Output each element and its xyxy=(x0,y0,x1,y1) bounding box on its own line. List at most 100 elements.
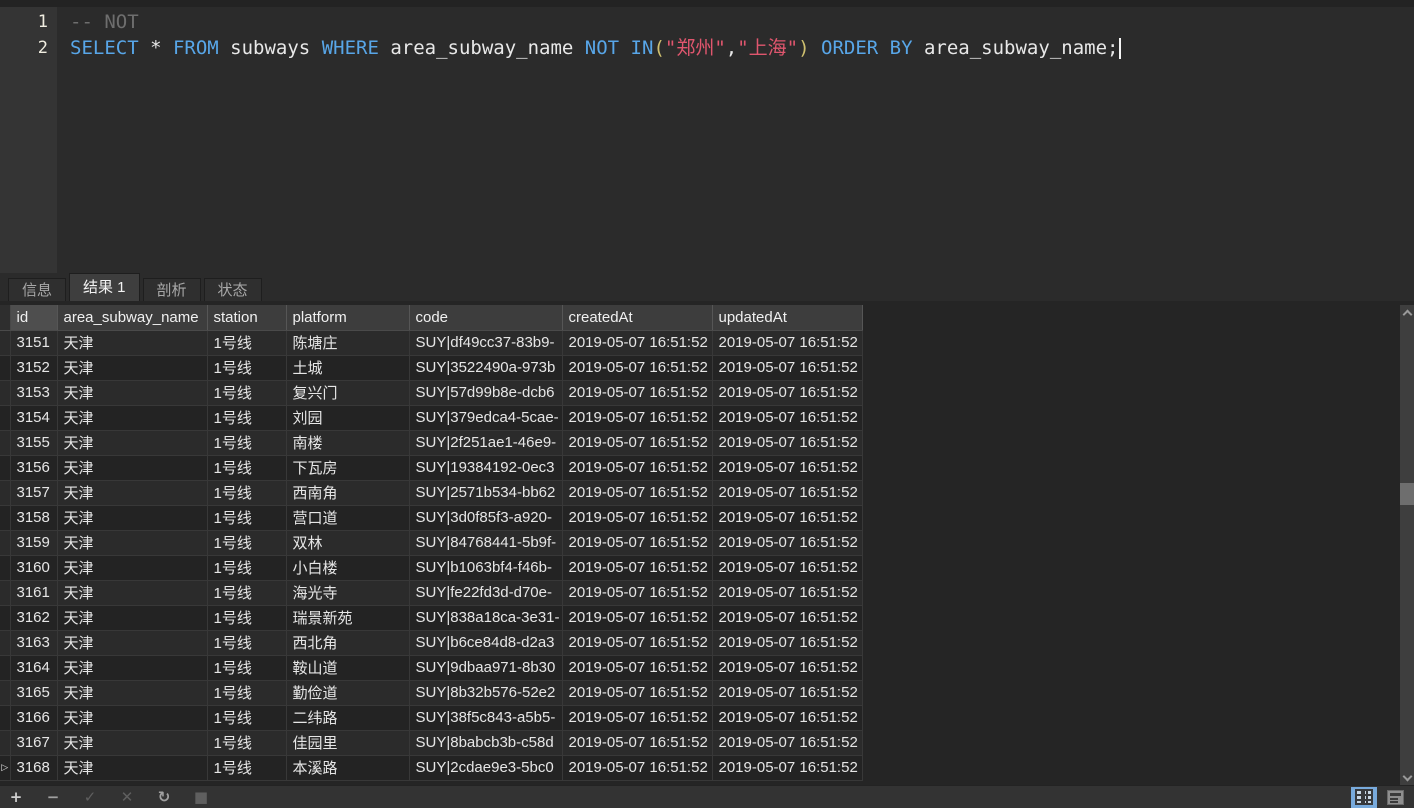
cell-platform[interactable]: 鞍山道 xyxy=(286,655,410,681)
cell-updatedAt[interactable]: 2019-05-07 16:51:52 xyxy=(712,480,863,506)
cell-area_subway_name[interactable]: 天津 xyxy=(57,455,208,481)
cell-createdAt[interactable]: 2019-05-07 16:51:52 xyxy=(562,430,713,456)
cell-station[interactable]: 1号线 xyxy=(207,680,287,706)
cell-station[interactable]: 1号线 xyxy=(207,630,287,656)
column-header-updatedAt[interactable]: updatedAt xyxy=(712,305,863,331)
cell-createdAt[interactable]: 2019-05-07 16:51:52 xyxy=(562,630,713,656)
cell-station[interactable]: 1号线 xyxy=(207,530,287,556)
cell-updatedAt[interactable]: 2019-05-07 16:51:52 xyxy=(712,455,863,481)
cell-platform[interactable]: 二纬路 xyxy=(286,705,410,731)
cell-updatedAt[interactable]: 2019-05-07 16:51:52 xyxy=(712,555,863,581)
cell-id[interactable]: 3165 xyxy=(10,680,58,706)
cell-code[interactable]: SUY|8babcb3b-c58d xyxy=(409,730,563,756)
cell-platform[interactable]: 陈塘庄 xyxy=(286,330,410,356)
cell-station[interactable]: 1号线 xyxy=(207,555,287,581)
cell-code[interactable]: SUY|3522490a-973b xyxy=(409,355,563,381)
cell-createdAt[interactable]: 2019-05-07 16:51:52 xyxy=(562,580,713,606)
cell-updatedAt[interactable]: 2019-05-07 16:51:52 xyxy=(712,580,863,606)
cell-createdAt[interactable]: 2019-05-07 16:51:52 xyxy=(562,705,713,731)
cell-code[interactable]: SUY|57d99b8e-dcb6 xyxy=(409,380,563,406)
cell-area_subway_name[interactable]: 天津 xyxy=(57,480,208,506)
apply-changes-button[interactable]: ✓ xyxy=(80,787,100,807)
stop-button[interactable]: ■ xyxy=(191,787,211,807)
cell-createdAt[interactable]: 2019-05-07 16:51:52 xyxy=(562,680,713,706)
cell-platform[interactable]: 佳园里 xyxy=(286,730,410,756)
cell-platform[interactable]: 营口道 xyxy=(286,505,410,531)
cell-platform[interactable]: 海光寺 xyxy=(286,580,410,606)
cell-area_subway_name[interactable]: 天津 xyxy=(57,355,208,381)
column-header-station[interactable]: station xyxy=(207,305,287,331)
cell-createdAt[interactable]: 2019-05-07 16:51:52 xyxy=(562,380,713,406)
form-view-button[interactable] xyxy=(1382,787,1408,808)
cell-station[interactable]: 1号线 xyxy=(207,730,287,756)
cell-code[interactable]: SUY|df49cc37-83b9- xyxy=(409,330,563,356)
tab-profile[interactable]: 剖析 xyxy=(142,278,201,301)
cell-station[interactable]: 1号线 xyxy=(207,455,287,481)
cell-updatedAt[interactable]: 2019-05-07 16:51:52 xyxy=(712,605,863,631)
row-marker-cell[interactable] xyxy=(0,405,11,431)
cell-station[interactable]: 1号线 xyxy=(207,505,287,531)
column-header-id[interactable]: id xyxy=(10,305,58,331)
cell-id[interactable]: 3157 xyxy=(10,480,58,506)
cell-updatedAt[interactable]: 2019-05-07 16:51:52 xyxy=(712,430,863,456)
refresh-button[interactable]: ↻ xyxy=(154,787,174,807)
cell-area_subway_name[interactable]: 天津 xyxy=(57,655,208,681)
cell-id[interactable]: 3164 xyxy=(10,655,58,681)
cell-updatedAt[interactable]: 2019-05-07 16:51:52 xyxy=(712,330,863,356)
cell-code[interactable]: SUY|b1063bf4-f46b- xyxy=(409,555,563,581)
sql-code-area[interactable]: -- NOT SELECT * FROM subways WHERE area_s… xyxy=(57,7,1414,273)
row-marker-cell[interactable] xyxy=(0,605,11,631)
tab-result-1[interactable]: 结果 1 xyxy=(69,273,140,301)
cell-code[interactable]: SUY|38f5c843-a5b5- xyxy=(409,705,563,731)
row-marker-cell[interactable] xyxy=(0,505,11,531)
cell-updatedAt[interactable]: 2019-05-07 16:51:52 xyxy=(712,530,863,556)
cell-platform[interactable]: 瑞景新苑 xyxy=(286,605,410,631)
cell-station[interactable]: 1号线 xyxy=(207,330,287,356)
cell-platform[interactable]: 南楼 xyxy=(286,430,410,456)
cell-platform[interactable]: 小白楼 xyxy=(286,555,410,581)
cell-platform[interactable]: 西北角 xyxy=(286,630,410,656)
cell-area_subway_name[interactable]: 天津 xyxy=(57,505,208,531)
cell-createdAt[interactable]: 2019-05-07 16:51:52 xyxy=(562,605,713,631)
cell-id[interactable]: 3163 xyxy=(10,630,58,656)
row-marker-cell[interactable] xyxy=(0,705,11,731)
cell-createdAt[interactable]: 2019-05-07 16:51:52 xyxy=(562,655,713,681)
cell-code[interactable]: SUY|84768441-5b9f- xyxy=(409,530,563,556)
column-header-area_subway_name[interactable]: area_subway_name xyxy=(57,305,208,331)
cell-area_subway_name[interactable]: 天津 xyxy=(57,705,208,731)
cell-id[interactable]: 3155 xyxy=(10,430,58,456)
cell-platform[interactable]: 下瓦房 xyxy=(286,455,410,481)
cell-updatedAt[interactable]: 2019-05-07 16:51:52 xyxy=(712,355,863,381)
cell-createdAt[interactable]: 2019-05-07 16:51:52 xyxy=(562,755,713,781)
cell-station[interactable]: 1号线 xyxy=(207,480,287,506)
scroll-up-button[interactable] xyxy=(1400,305,1414,321)
cell-id[interactable]: 3168 xyxy=(10,755,58,781)
cell-area_subway_name[interactable]: 天津 xyxy=(57,730,208,756)
row-marker-cell[interactable] xyxy=(0,555,11,581)
cell-id[interactable]: 3160 xyxy=(10,555,58,581)
cell-station[interactable]: 1号线 xyxy=(207,755,287,781)
cell-updatedAt[interactable]: 2019-05-07 16:51:52 xyxy=(712,630,863,656)
cell-id[interactable]: 3159 xyxy=(10,530,58,556)
grid-vertical-scrollbar[interactable] xyxy=(1400,305,1414,785)
row-marker-cell[interactable] xyxy=(0,580,11,606)
cell-area_subway_name[interactable]: 天津 xyxy=(57,530,208,556)
cell-createdAt[interactable]: 2019-05-07 16:51:52 xyxy=(562,405,713,431)
tab-info[interactable]: 信息 xyxy=(8,278,67,301)
cell-code[interactable]: SUY|379edca4-5cae- xyxy=(409,405,563,431)
cell-id[interactable]: 3158 xyxy=(10,505,58,531)
cell-area_subway_name[interactable]: 天津 xyxy=(57,380,208,406)
cell-code[interactable]: SUY|2cdae9e3-5bc0 xyxy=(409,755,563,781)
scrollbar-thumb[interactable] xyxy=(1400,483,1414,505)
cell-station[interactable]: 1号线 xyxy=(207,380,287,406)
discard-changes-button[interactable]: ✕ xyxy=(117,787,137,807)
row-marker-cell[interactable] xyxy=(0,655,11,681)
row-marker-cell[interactable] xyxy=(0,480,11,506)
cell-station[interactable]: 1号线 xyxy=(207,430,287,456)
cell-platform[interactable]: 西南角 xyxy=(286,480,410,506)
column-header-code[interactable]: code xyxy=(409,305,563,331)
cell-code[interactable]: SUY|8b32b576-52e2 xyxy=(409,680,563,706)
cell-createdAt[interactable]: 2019-05-07 16:51:52 xyxy=(562,505,713,531)
cell-updatedAt[interactable]: 2019-05-07 16:51:52 xyxy=(712,505,863,531)
cell-createdAt[interactable]: 2019-05-07 16:51:52 xyxy=(562,530,713,556)
